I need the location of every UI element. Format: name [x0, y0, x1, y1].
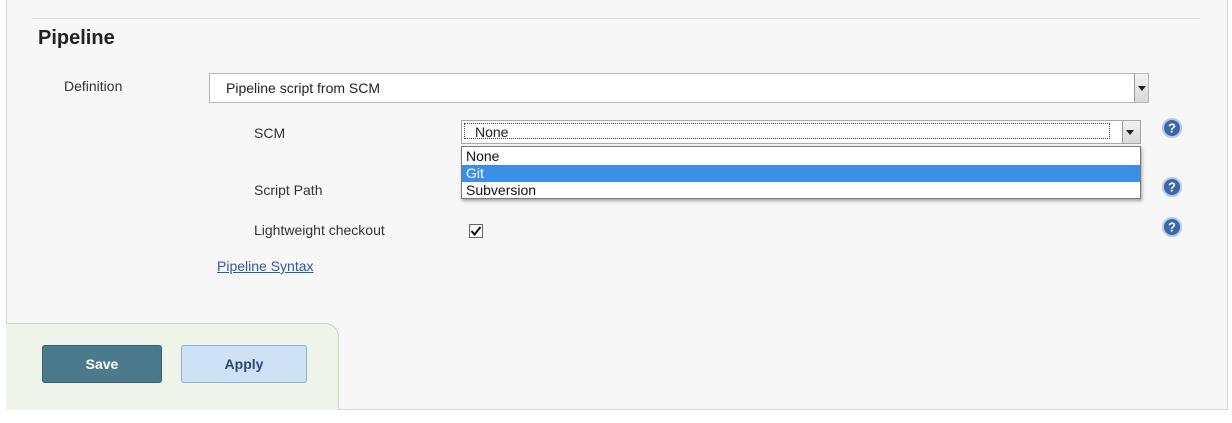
chevron-down-icon[interactable] [1134, 74, 1148, 102]
script-path-label: Script Path [254, 182, 323, 198]
scm-option-none[interactable]: None [462, 148, 1140, 165]
save-button[interactable]: Save [42, 345, 162, 383]
scm-option-subversion[interactable]: Subversion [462, 182, 1140, 199]
top-divider [32, 18, 1200, 19]
definition-select[interactable]: Pipeline script from SCM [209, 73, 1149, 103]
svg-text:?: ? [1168, 180, 1176, 195]
scm-focus-ring [464, 123, 1110, 139]
svg-text:?: ? [1168, 220, 1176, 235]
scm-value: None [475, 124, 509, 140]
help-icon[interactable]: ? [1161, 176, 1183, 198]
section-title: Pipeline [38, 27, 115, 49]
svg-text:?: ? [1168, 121, 1176, 136]
scm-option-git[interactable]: Git [462, 165, 1140, 182]
pipeline-syntax-link[interactable]: Pipeline Syntax [217, 258, 314, 274]
scm-dropdown-list: None Git Subversion [461, 146, 1141, 199]
definition-label: Definition [64, 78, 123, 94]
chevron-down-icon[interactable] [1122, 121, 1140, 143]
lightweight-checkout-checkbox[interactable] [469, 224, 483, 238]
lightweight-checkout-label: Lightweight checkout [254, 222, 385, 238]
definition-value: Pipeline script from SCM [226, 80, 381, 96]
scm-label: SCM [254, 125, 286, 141]
help-icon[interactable]: ? [1161, 117, 1183, 139]
scm-select[interactable]: None [461, 120, 1141, 144]
apply-button[interactable]: Apply [181, 345, 307, 383]
help-icon[interactable]: ? [1161, 216, 1183, 238]
